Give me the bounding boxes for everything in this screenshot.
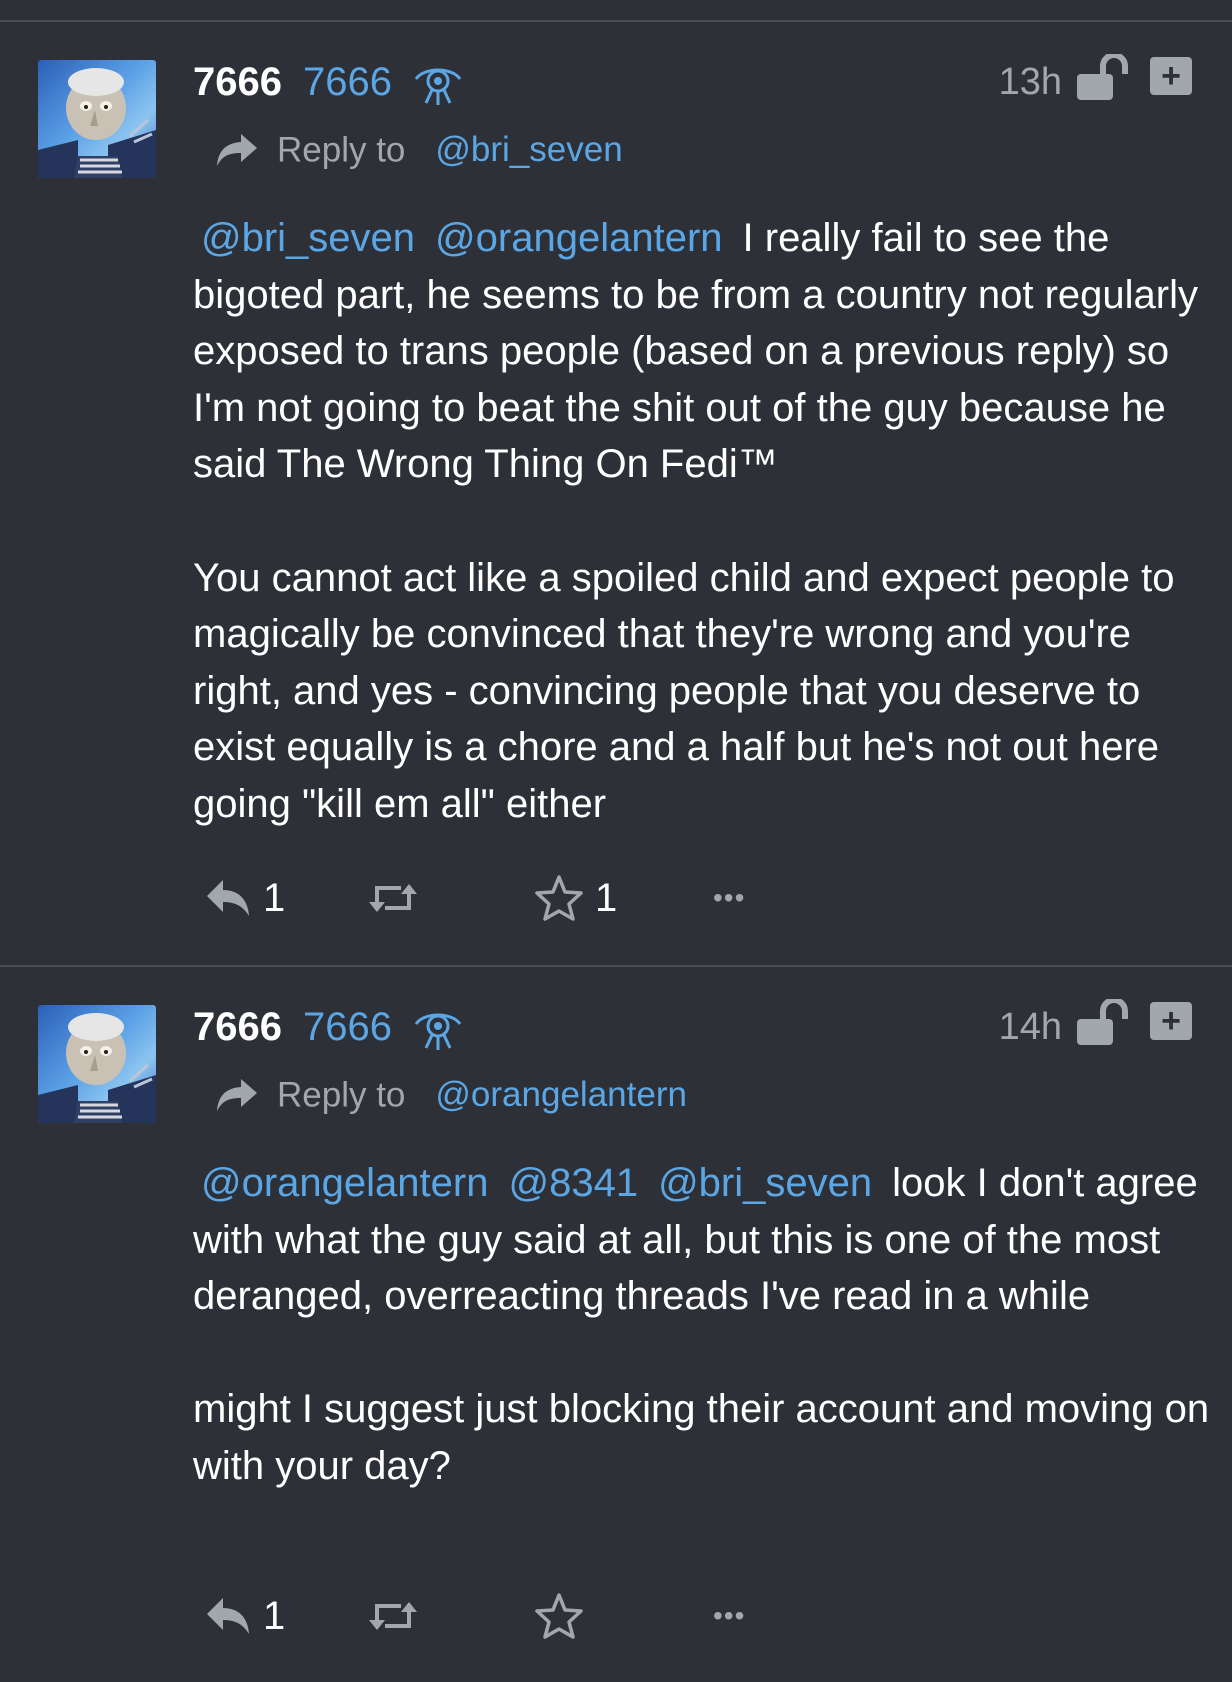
user-handle[interactable]: 7666 [303,1007,392,1047]
favorite-button[interactable]: 1 [535,872,617,924]
avatar[interactable] [38,60,156,178]
repeat-button[interactable] [367,1590,431,1642]
top-divider [0,20,1232,22]
more-button[interactable]: ••• [713,872,745,924]
reply-to-link[interactable]: @orangelantern [435,1075,687,1114]
status-content: @orangelantern @8341 @bri_seven look I don'… [193,1155,1213,1495]
status-paragraph: might I suggest just blocking their acco… [193,1387,1210,1488]
repeat-button[interactable] [367,872,431,924]
status-content: @bri_seven @orangelantern I really fail to… [193,210,1213,833]
share-arrow-icon [217,133,257,166]
eye-badge-icon [414,68,462,105]
reply-to-row: Reply to @bri_seven [215,130,623,168]
display-name[interactable]: 7666 [193,62,282,102]
status-paragraph: You cannot act like a spoiled child and … [193,555,1175,826]
more-button[interactable]: ••• [713,1590,745,1642]
unlocked-icon[interactable] [1075,999,1129,1047]
reply-to-row: Reply to @orangelantern [215,1075,687,1113]
plus-icon[interactable]: + [1150,57,1192,95]
repeat-icon [369,1602,417,1630]
reply-to-label: Reply to [277,130,406,170]
reply-icon [207,1598,249,1634]
star-icon [535,1593,583,1639]
mention-link[interactable]: @8341 [508,1161,638,1205]
mention-link[interactable]: @orangelantern [201,1161,488,1205]
reply-to-label: Reply to [277,1075,406,1115]
eye-badge-icon [414,1013,462,1050]
status-paragraph: @orangelantern @8341 @bri_seven look I don'… [193,1155,1213,1325]
favorite-button[interactable] [535,1590,595,1642]
reply-count: 1 [263,875,286,920]
unlocked-icon[interactable] [1075,54,1129,102]
reply-button[interactable]: 1 [205,872,285,924]
repeat-icon [369,884,417,912]
timestamp[interactable]: 14h [999,1008,1062,1046]
share-arrow-icon [217,1078,257,1111]
reply-to-link[interactable]: @bri_seven [435,130,622,169]
display-name[interactable]: 7666 [193,1007,282,1047]
more-icon: ••• [713,1600,746,1631]
reply-icon [207,880,249,916]
timestamp[interactable]: 13h [999,63,1062,101]
reply-button[interactable]: 1 [205,1590,285,1642]
favorite-count: 1 [595,875,618,920]
status-paragraph: @bri_seven @orangelantern I really fail to… [193,210,1213,493]
user-handle[interactable]: 7666 [303,62,392,102]
mention-link[interactable]: @orangelantern [435,216,722,260]
mention-link[interactable]: @bri_seven [201,216,415,260]
mention-link[interactable]: @bri_seven [658,1161,872,1205]
more-icon: ••• [713,882,746,913]
avatar[interactable] [38,1005,156,1123]
post-divider [0,965,1232,967]
plus-icon[interactable]: + [1150,1002,1192,1040]
reply-count: 1 [263,1593,286,1638]
star-icon [535,875,583,921]
